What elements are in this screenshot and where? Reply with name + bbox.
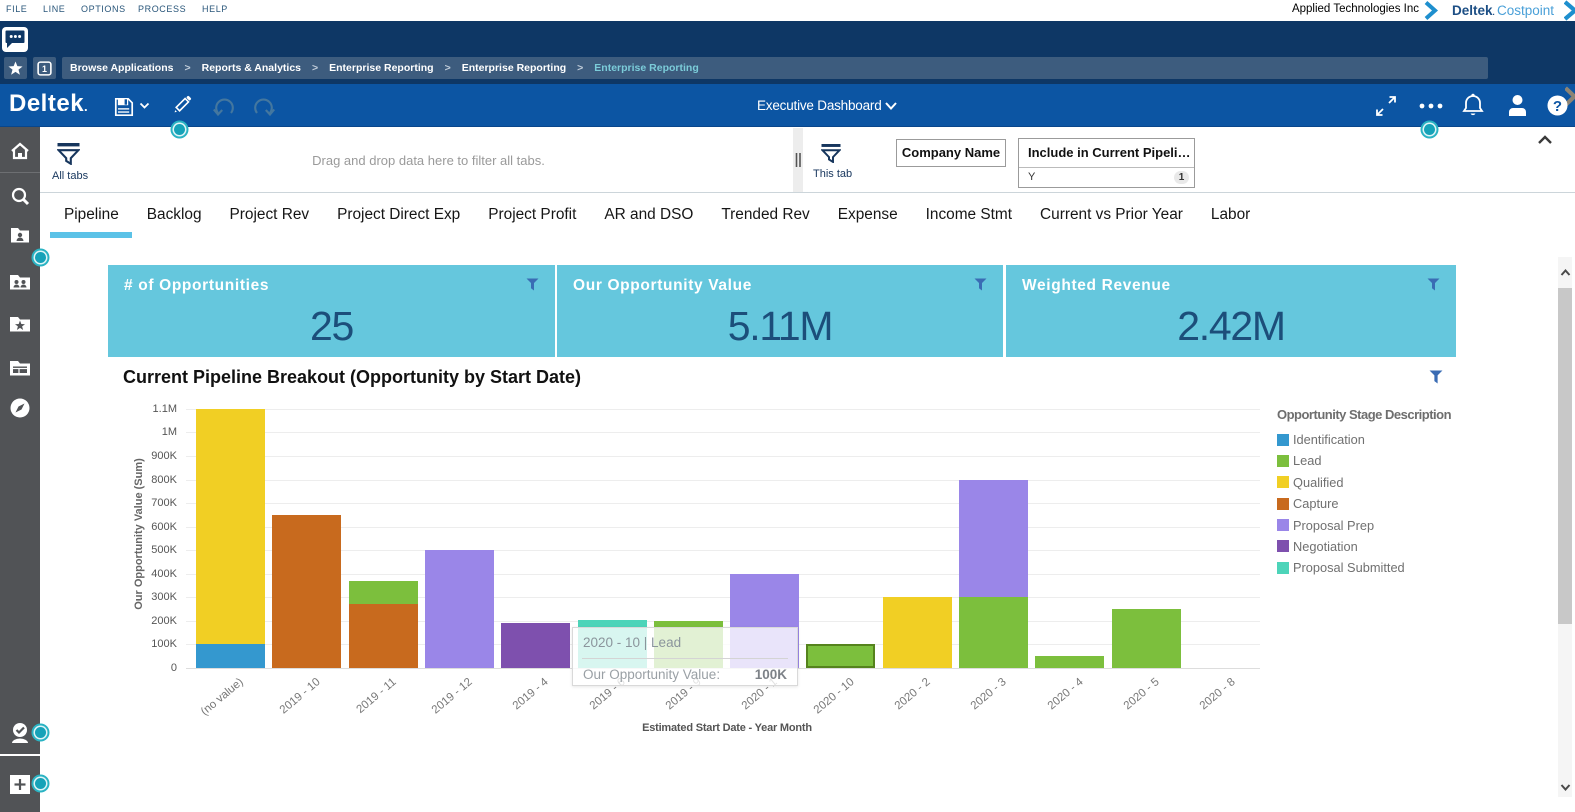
svg-text:1: 1	[42, 64, 47, 74]
svg-text:?: ?	[1553, 98, 1562, 115]
